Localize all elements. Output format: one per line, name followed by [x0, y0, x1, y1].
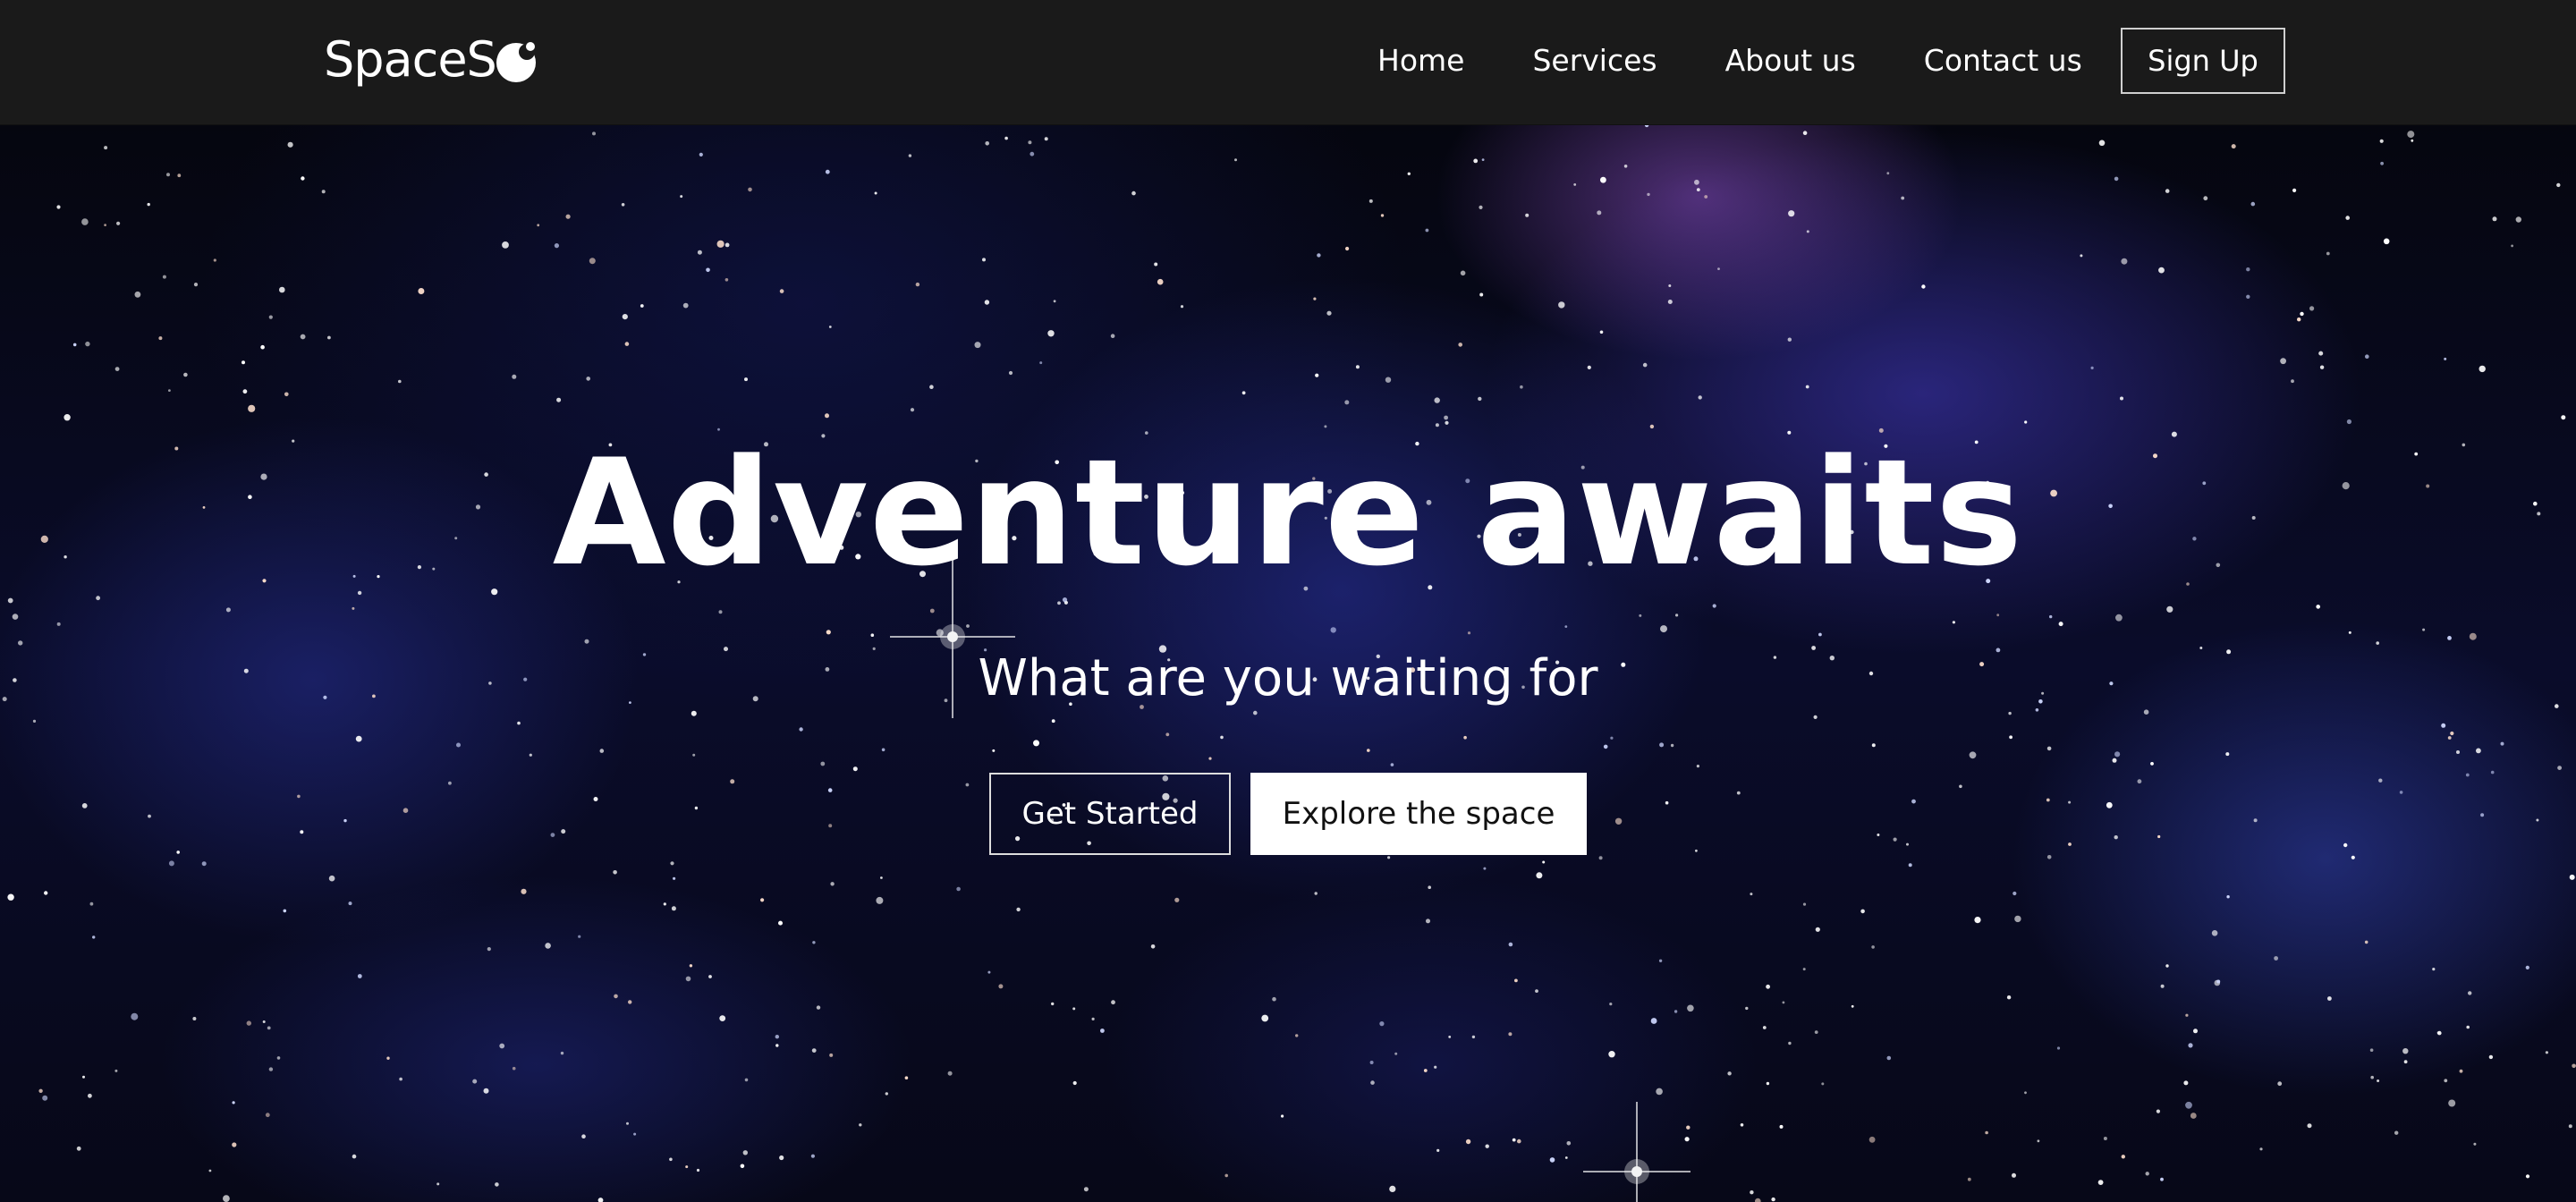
logo-text: SpaceS	[324, 30, 497, 88]
hero-buttons: Get Started Explore the space	[989, 773, 1587, 855]
hero-subtitle: What are you waiting for	[978, 649, 1598, 707]
logo[interactable]: SpaceS	[324, 27, 543, 91]
nav-link-services[interactable]: Services	[1532, 43, 1657, 78]
nav-links: Home Services About us Contact us	[1377, 0, 2082, 120]
nav-link-home[interactable]: Home	[1377, 43, 1464, 78]
nav-link-about-us[interactable]: About us	[1725, 43, 1856, 78]
explore-the-space-button[interactable]: Explore the space	[1250, 773, 1587, 855]
hero-title: Adventure awaits	[552, 427, 2024, 598]
hero-section: Adventure awaits What are you waiting fo…	[0, 125, 2576, 1202]
nav-link-contact-us[interactable]: Contact us	[1924, 43, 2082, 78]
top-navbar: SpaceS Home Services About us Contact us…	[0, 0, 2576, 125]
get-started-button[interactable]: Get Started	[989, 773, 1231, 855]
sign-up-button[interactable]: Sign Up	[2121, 28, 2285, 94]
planet-icon	[496, 42, 536, 82]
